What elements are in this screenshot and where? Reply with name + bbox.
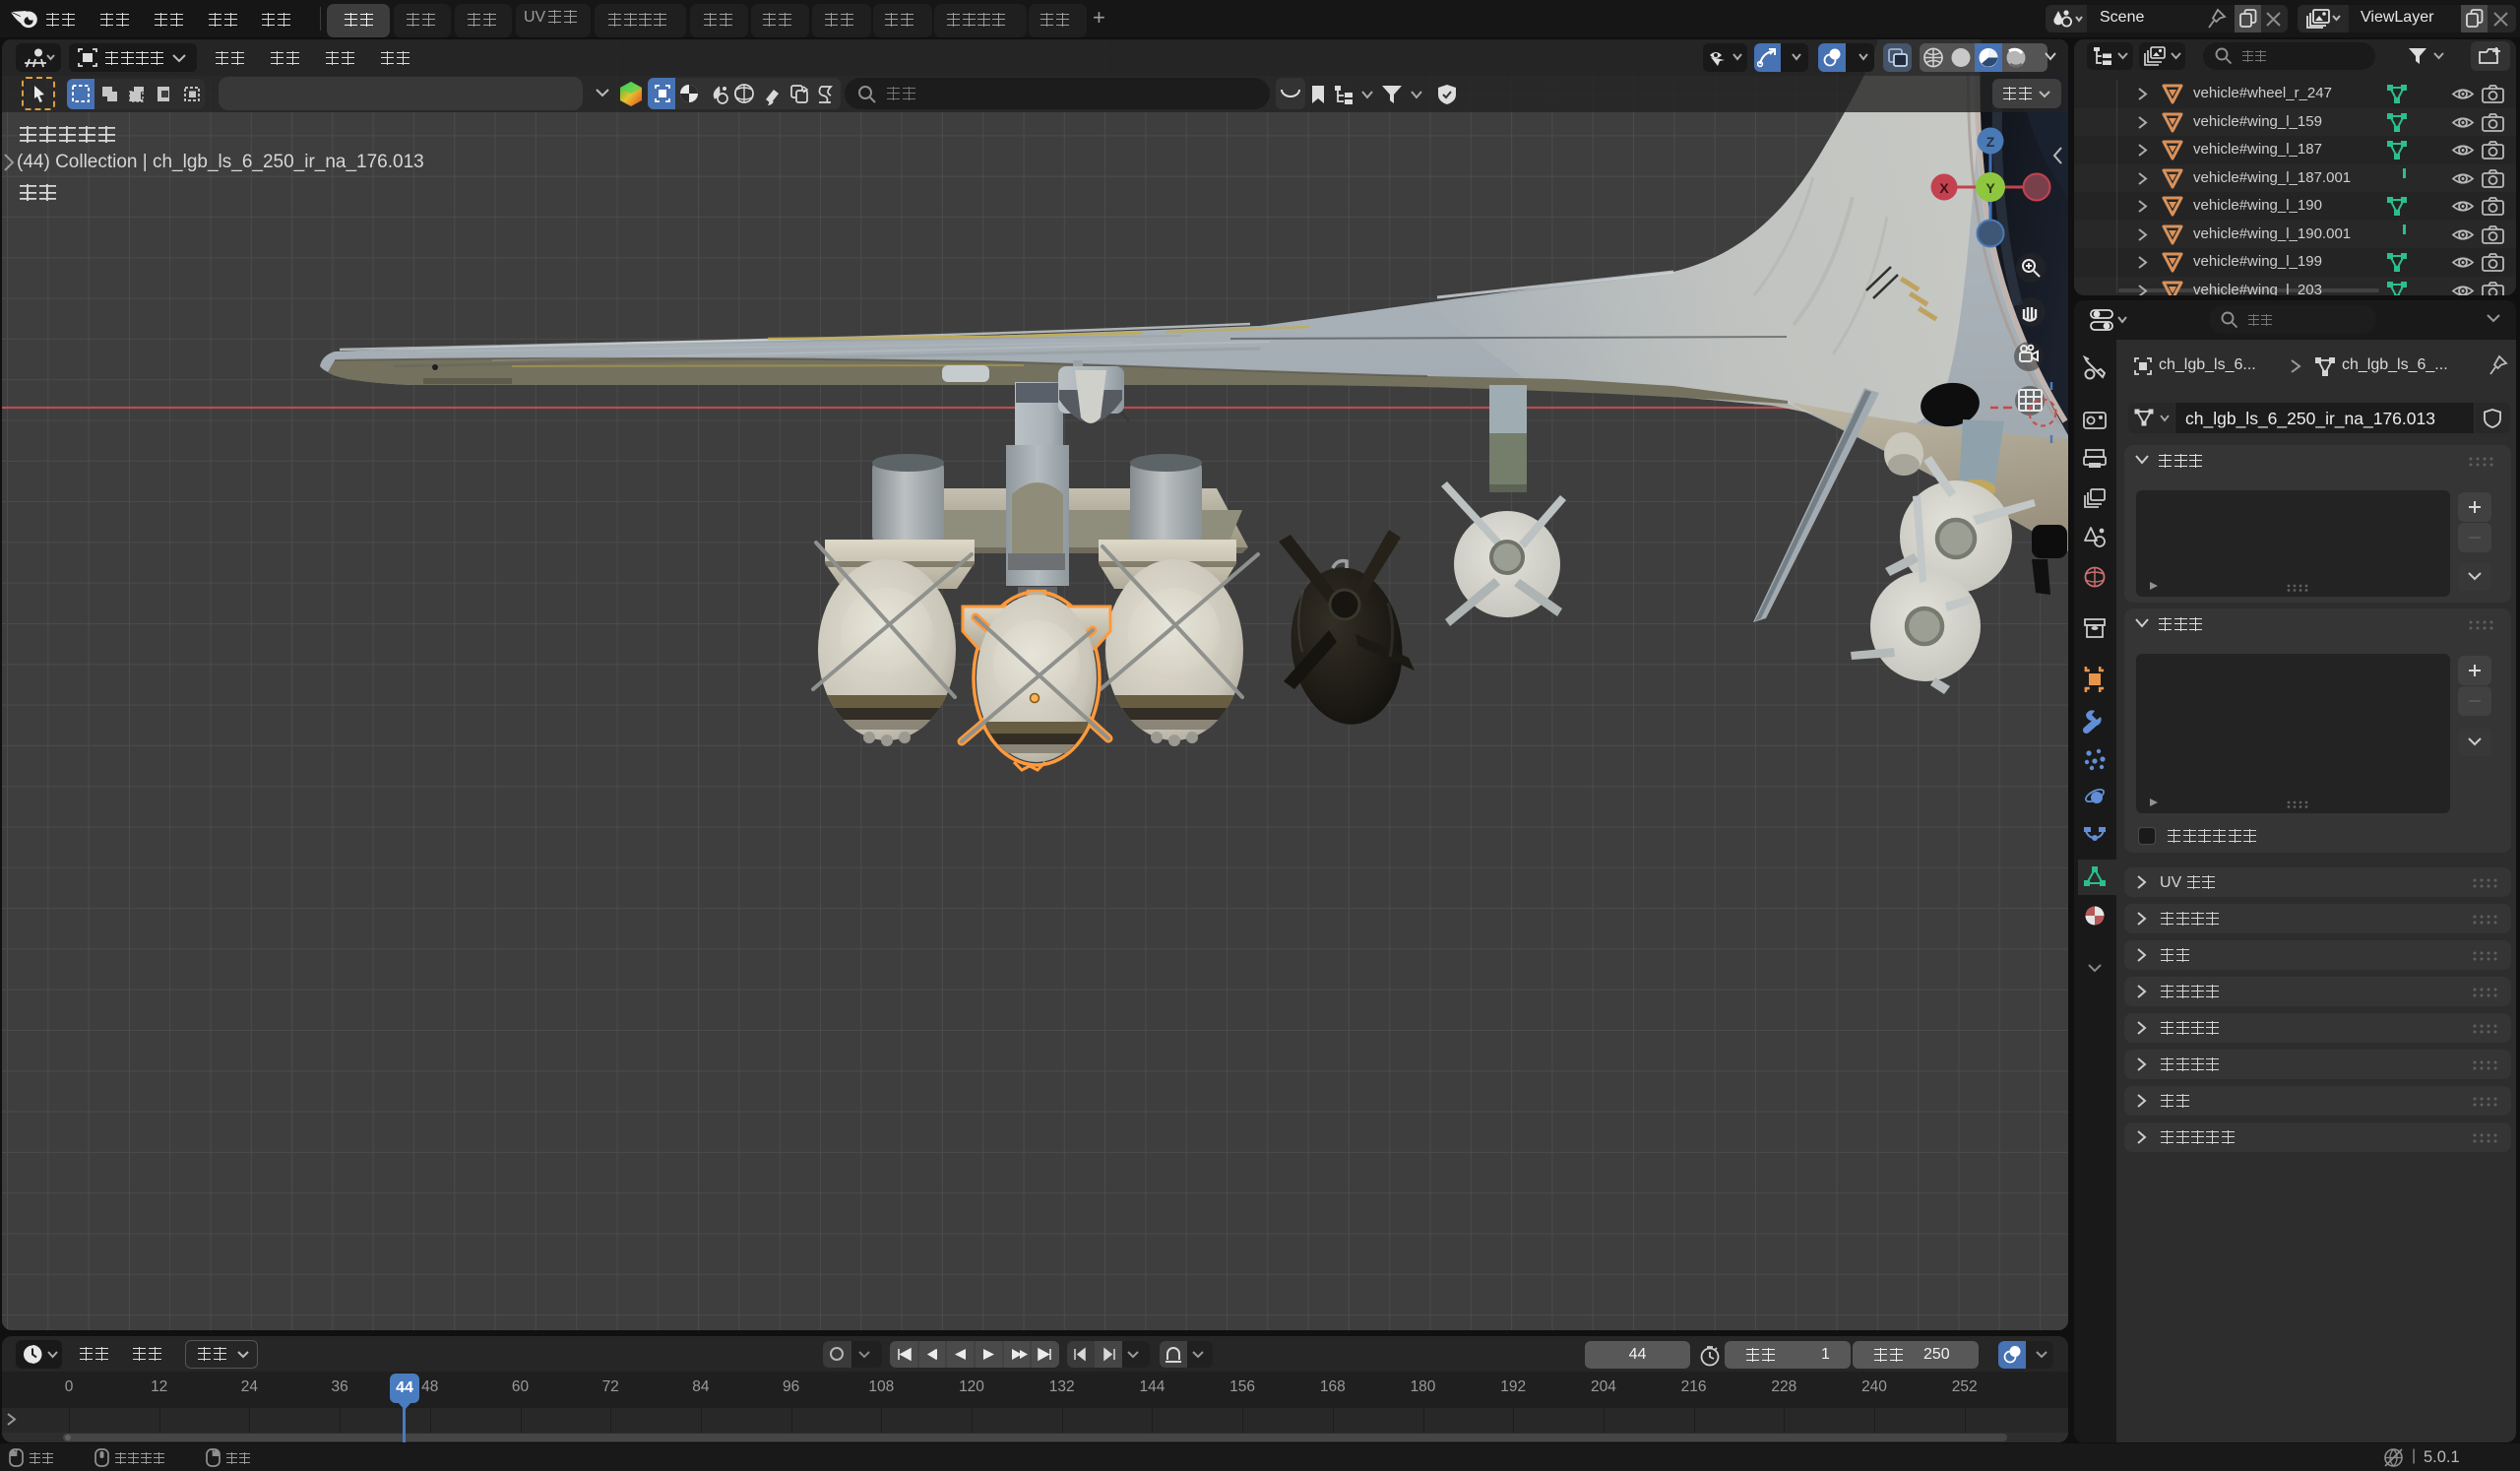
- svg-text:Z: Z: [1986, 134, 1995, 150]
- svg-text:X: X: [1939, 180, 1949, 196]
- svg-text:Y: Y: [1985, 180, 1995, 196]
